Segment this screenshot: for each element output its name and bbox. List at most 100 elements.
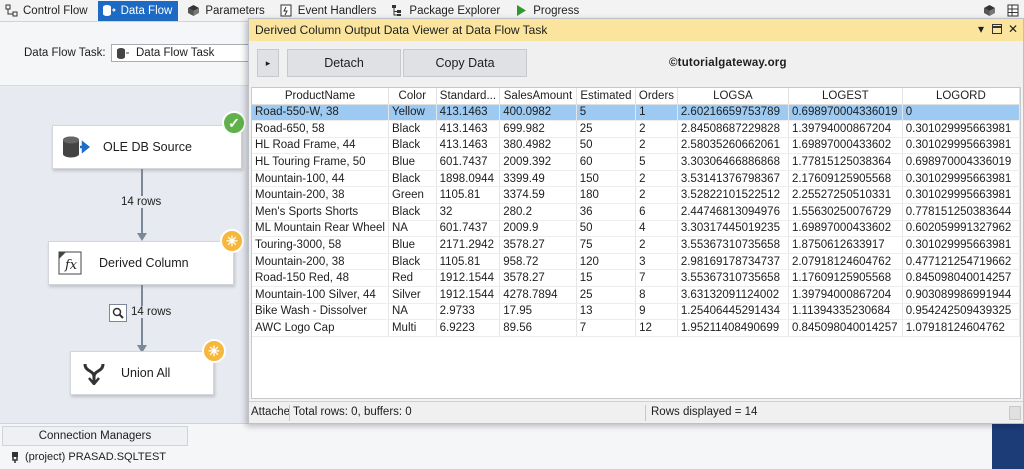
table-cell: 6: [635, 203, 678, 221]
table-cell: 699.982: [499, 120, 577, 138]
table-row[interactable]: Bike Wash - Dissolver NA 2.9733 17.95 13 9 1.2…: [252, 303, 1020, 321]
resize-grip[interactable]: [1009, 406, 1021, 420]
detach-button[interactable]: Detach: [287, 49, 401, 77]
table-cell: 1898.0944: [436, 170, 501, 188]
table-row[interactable]: Mountain-200, 38 Green 1105.81 3374.59 180 2 3…: [252, 186, 1020, 205]
path-row-count: 14 rows: [119, 196, 164, 208]
table-cell: 1.17609125905568: [788, 269, 903, 288]
data-flow-task-icon: [116, 46, 130, 60]
table-cell: 1.8750612633917: [788, 236, 903, 254]
table-cell: 120: [576, 253, 637, 271]
tab-label: Data Flow: [120, 4, 173, 17]
table-row[interactable]: Road-650, 58 Black 413.1463 699.982 25 2 2.845…: [252, 120, 1020, 138]
table-cell: Black: [388, 253, 437, 271]
table-row[interactable]: HL Touring Frame, 50 Blue 601.7437 2009.392…: [252, 153, 1020, 171]
connection-plug-icon: [8, 450, 22, 464]
control-flow-icon: [4, 4, 18, 18]
connection-managers-label: Connection Managers: [38, 430, 152, 442]
table-cell: Road-550-W, 38: [252, 104, 389, 122]
table-cell: 1.11394335230684: [788, 303, 903, 321]
column-header[interactable]: Estimated: [576, 88, 637, 105]
toolbox-icon[interactable]: [1006, 2, 1020, 18]
tab-connection-managers[interactable]: Connection Managers: [2, 426, 188, 446]
table-cell: Mountain-200, 38: [252, 186, 389, 205]
table-cell: 0.602059991327962: [902, 220, 1020, 238]
data-grid[interactable]: ProductName Color Standard... SalesAmoun…: [251, 87, 1021, 399]
restore-icon[interactable]: [989, 21, 1005, 37]
table-cell: Road-150 Red, 48: [252, 269, 389, 288]
table-cell: 1.55630250076729: [788, 203, 903, 221]
table-cell: 3374.59: [499, 186, 577, 205]
column-header[interactable]: Color: [388, 88, 437, 105]
column-header[interactable]: SalesAmount: [499, 88, 577, 105]
ole-db-source-component[interactable]: OLE DB Source: [52, 125, 242, 169]
close-icon[interactable]: ✕: [1005, 21, 1021, 37]
column-header[interactable]: LOGSA: [677, 88, 789, 105]
table-cell: 32: [436, 203, 501, 221]
table-row[interactable]: Mountain-100 Silver, 44 Silver 1912.1544 42…: [252, 286, 1020, 304]
warning-icon: ✳: [202, 339, 226, 363]
table-cell: 2.25527250510331: [788, 186, 903, 205]
table-body: Road-550-W, 38 Yellow 413.1463 400.0982 5 1 2.…: [252, 104, 1020, 337]
copy-data-button[interactable]: Copy Data: [403, 49, 527, 77]
table-row[interactable]: Road-150 Red, 48 Red 1912.1544 3578.27 15 7 3.…: [252, 269, 1020, 288]
derived-column-component[interactable]: fx Derived Column: [48, 241, 234, 285]
table-row[interactable]: Mountain-200, 38 Black 1105.81 958.72 120 3 2.…: [252, 253, 1020, 271]
table-cell: 1.95211408490699: [677, 319, 789, 337]
parameters-icon: [186, 4, 200, 18]
variables-icon[interactable]: [982, 2, 996, 18]
union-all-component[interactable]: Union All: [70, 351, 214, 395]
tab-label: Progress: [533, 4, 580, 17]
column-header[interactable]: Standard...: [436, 88, 501, 105]
table-row[interactable]: Mountain-100, 44 Black 1898.0944 3399.49 150…: [252, 170, 1020, 188]
table-row[interactable]: HL Road Frame, 44 Black 413.1463 380.4982 50…: [252, 137, 1020, 155]
table-row[interactable]: AWC Logo Cap Multi 6.9223 89.56 7 12 1.9521140…: [252, 319, 1020, 337]
warning-icon: ✳: [220, 229, 244, 253]
table-cell: NA: [388, 303, 437, 321]
play-button[interactable]: ▸: [257, 49, 279, 77]
tab-data-flow[interactable]: Data Flow: [97, 0, 179, 21]
tab-control-flow[interactable]: Control Flow: [0, 1, 94, 21]
table-cell: 2: [635, 170, 678, 188]
table-cell: Multi: [388, 319, 437, 337]
task-select-value: Data Flow Task: [136, 47, 215, 59]
table-cell: Silver: [388, 286, 437, 304]
table-row[interactable]: Road-550-W, 38 Yellow 413.1463 400.0982 5 1 2.…: [252, 104, 1020, 122]
column-header[interactable]: LOGORD: [902, 88, 1020, 105]
table-cell: 13: [576, 303, 637, 321]
table-cell: 1912.1544: [436, 269, 501, 288]
dropdown-icon[interactable]: ▾: [973, 21, 989, 37]
header-row: ProductName Color Standard... SalesAmoun…: [252, 88, 1020, 105]
table-cell: 3.52822101522512: [677, 186, 789, 205]
table-row[interactable]: ML Mountain Rear Wheel NA 601.7437 2009.9 50…: [252, 220, 1020, 238]
table-cell: 5: [576, 104, 637, 122]
status-divider: [289, 405, 290, 421]
table-cell: 2.9733: [436, 303, 501, 321]
column-header[interactable]: Orders: [635, 88, 678, 105]
table-cell: 3.55367310735658: [677, 269, 789, 288]
table-cell: Mountain-100, 44: [252, 170, 389, 188]
table-cell: 4: [635, 220, 678, 238]
data-flow-canvas[interactable]: OLE DB Source ✓ 14 rows fx Derived Colum…: [0, 87, 248, 423]
table-cell: NA: [388, 220, 437, 238]
table-cell: 3.30306466886868: [677, 153, 789, 171]
table-cell: 3: [635, 253, 678, 271]
table-cell: Mountain-200, 38: [252, 253, 389, 271]
table-row[interactable]: Touring-3000, 58 Blue 2171.2942 3578.27 75 2 3…: [252, 236, 1020, 254]
connection-item[interactable]: (project) PRASAD.SQLTEST: [8, 450, 166, 464]
table-cell: 1: [635, 104, 678, 122]
table-cell: 9: [635, 303, 678, 321]
table-cell: Red: [388, 269, 437, 288]
table-cell: 2.07918124604762: [788, 253, 903, 271]
data-viewer-icon[interactable]: [109, 304, 127, 322]
column-header[interactable]: LOGEST: [788, 88, 903, 105]
column-header[interactable]: ProductName: [252, 88, 389, 105]
table-cell: AWC Logo Cap: [252, 319, 389, 337]
table-cell: Blue: [388, 153, 437, 171]
table-cell: 2: [635, 137, 678, 155]
table-row[interactable]: Men's Sports Shorts Black 32 280.2 36 6 2.4474…: [252, 203, 1020, 221]
data-flow-task-select[interactable]: Data Flow Task: [111, 44, 251, 62]
table-cell: 89.56: [499, 319, 577, 337]
total-rows-status: Total rows: 0, buffers: 0: [293, 406, 412, 418]
table-cell: 1.77815125038364: [788, 153, 903, 171]
